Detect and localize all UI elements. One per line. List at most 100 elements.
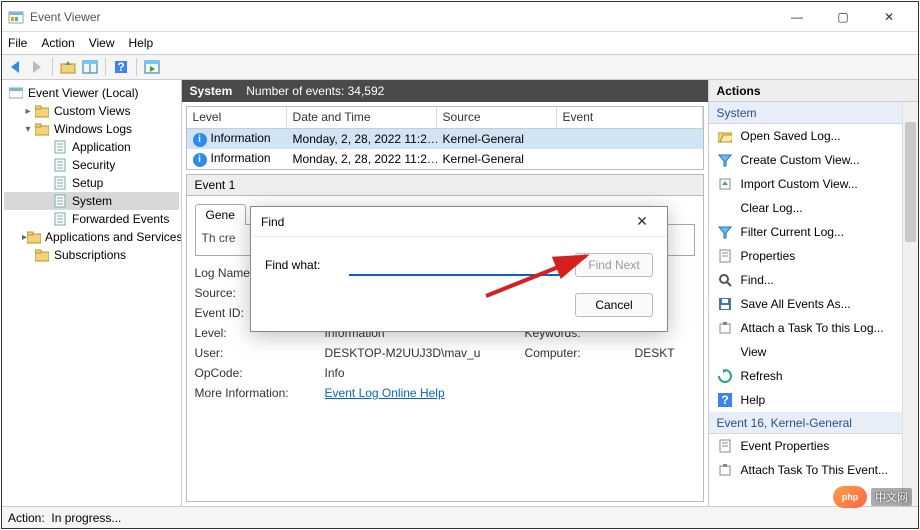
k-computer: Computer: (525, 346, 635, 360)
tree-item-application[interactable]: Application (4, 138, 179, 156)
title-bar: Event Viewer — ▢ ✕ (2, 2, 918, 32)
col-source[interactable]: Source (437, 107, 557, 128)
event-row[interactable]: iInformationMonday, 2, 28, 2022 11:2…Ker… (187, 149, 703, 169)
action-label: Attach Task To This Event... (741, 463, 888, 477)
find-dialog: Find ✕ Find what: Find Next Cancel (250, 206, 668, 332)
menu-view[interactable]: View (89, 36, 115, 50)
tree-item-subscriptions[interactable]: Subscriptions (4, 246, 179, 264)
action-group-system[interactable]: System▴ (709, 102, 918, 124)
action-label: Open Saved Log... (741, 129, 841, 143)
action-view[interactable]: View▸ (709, 340, 918, 364)
tree-item-windows-logs[interactable]: ▾Windows Logs (4, 120, 179, 138)
action-filter-current-log[interactable]: Filter Current Log... (709, 220, 918, 244)
tree-item-security[interactable]: Security (4, 156, 179, 174)
maximize-button[interactable]: ▢ (820, 2, 866, 32)
grid-header: Level Date and Time Source Event (187, 107, 703, 129)
svg-text:?: ? (721, 393, 728, 407)
col-event[interactable]: Event (557, 107, 703, 128)
action-label: Attach a Task To this Log... (741, 321, 884, 335)
tree-item-custom-views[interactable]: ▸Custom Views (4, 102, 179, 120)
menu-bar: File Action View Help (2, 32, 918, 54)
save-icon (717, 296, 733, 312)
status-value: In progress... (51, 511, 121, 525)
refresh-icon (717, 368, 733, 384)
forward-icon[interactable] (28, 58, 46, 76)
back-icon[interactable] (6, 58, 24, 76)
action-icon (717, 200, 733, 216)
action-attach-a-task-to-this-log[interactable]: Attach a Task To this Log... (709, 316, 918, 340)
action-label: Import Custom View... (741, 177, 858, 191)
tree-item-setup[interactable]: Setup (4, 174, 179, 192)
action-help[interactable]: ?Help▸ (709, 388, 918, 412)
action-refresh[interactable]: Refresh (709, 364, 918, 388)
action-event-properties[interactable]: Event Properties (709, 434, 918, 458)
folder-icon (34, 247, 50, 263)
action-attach-task-to-this-event[interactable]: Attach Task To This Event... (709, 458, 918, 482)
tree-item-system[interactable]: System (4, 192, 179, 210)
event-row[interactable]: iInformationMonday, 2, 28, 2022 11:2…Ker… (187, 129, 703, 149)
menu-action[interactable]: Action (41, 36, 74, 50)
k-moreinfo: More Information: (195, 386, 325, 400)
watermark-logo: php (833, 486, 867, 508)
col-level[interactable]: Level (187, 107, 287, 128)
panel-icon[interactable] (81, 58, 99, 76)
find-icon (717, 272, 733, 288)
v-user: DESKTOP-M2UUJ3D\mav_u (325, 346, 525, 360)
actions-header: Actions (709, 80, 918, 102)
action-label: Refresh (741, 369, 783, 383)
log-icon (52, 157, 68, 173)
action-label: Properties (741, 249, 796, 263)
help-icon[interactable]: ? (112, 58, 130, 76)
dialog-body: Find what: Find Next Cancel (251, 237, 667, 331)
dialog-title: Find (261, 215, 627, 229)
task-icon (717, 320, 733, 336)
action-properties[interactable]: Properties (709, 244, 918, 268)
action-label: Event Properties (741, 439, 830, 453)
menu-file[interactable]: File (8, 36, 27, 50)
tree-root[interactable]: Event Viewer (Local) (4, 84, 179, 102)
console-icon (8, 85, 24, 101)
action-create-custom-view[interactable]: Create Custom View... (709, 148, 918, 172)
filter-icon (717, 224, 733, 240)
action-open-saved-log[interactable]: Open Saved Log... (709, 124, 918, 148)
tree-item-applications-and-services-lo[interactable]: ▸Applications and Services Lo (4, 228, 179, 246)
close-button[interactable]: ✕ (866, 2, 912, 32)
tab-general[interactable]: Gene (195, 204, 246, 225)
event-count: Number of events: 34,592 (246, 84, 384, 98)
event-log-help-link[interactable]: Event Log Online Help (325, 386, 445, 400)
action-label: View (741, 345, 767, 359)
status-bar: Action: In progress... (2, 506, 918, 528)
tree-label: System (72, 194, 112, 208)
navigation-tree: Event Viewer (Local) ▸Custom Views▾Windo… (2, 80, 182, 506)
tree-label: Subscriptions (54, 248, 126, 262)
scrollbar-thumb[interactable] (905, 122, 916, 242)
menu-help[interactable]: Help (129, 36, 154, 50)
actions-scrollbar[interactable] (902, 102, 918, 506)
action-save-all-events-as[interactable]: Save All Events As... (709, 292, 918, 316)
event-grid: Level Date and Time Source Event iInform… (186, 106, 704, 170)
preview-icon[interactable] (143, 58, 161, 76)
find-what-input[interactable] (349, 254, 565, 276)
col-date[interactable]: Date and Time (287, 107, 437, 128)
action-label: Help (741, 393, 766, 407)
cancel-button[interactable]: Cancel (575, 293, 653, 317)
find-next-button[interactable]: Find Next (575, 253, 653, 277)
info-icon: i (193, 133, 207, 147)
folder-up-icon[interactable] (59, 58, 77, 76)
actions-pane: Actions System▴ Open Saved Log... Create … (709, 80, 918, 506)
tree-label: Custom Views (54, 104, 130, 118)
watermark: php 中文网 (833, 486, 912, 508)
tree-item-forwarded-events[interactable]: Forwarded Events (4, 210, 179, 228)
action-label: Clear Log... (741, 201, 803, 215)
log-name-header: System (190, 84, 233, 98)
tree-label: Windows Logs (54, 122, 132, 136)
action-group-event[interactable]: Event 16, Kernel-General▴ (709, 412, 918, 434)
minimize-button[interactable]: — (774, 2, 820, 32)
log-icon (52, 193, 68, 209)
action-find[interactable]: Find... (709, 268, 918, 292)
dialog-close-button[interactable]: ✕ (627, 213, 657, 230)
action-clear-log[interactable]: Clear Log... (709, 196, 918, 220)
help-icon: ? (717, 392, 733, 408)
tree-label: Event Viewer (Local) (28, 86, 139, 100)
action-import-custom-view[interactable]: Import Custom View... (709, 172, 918, 196)
